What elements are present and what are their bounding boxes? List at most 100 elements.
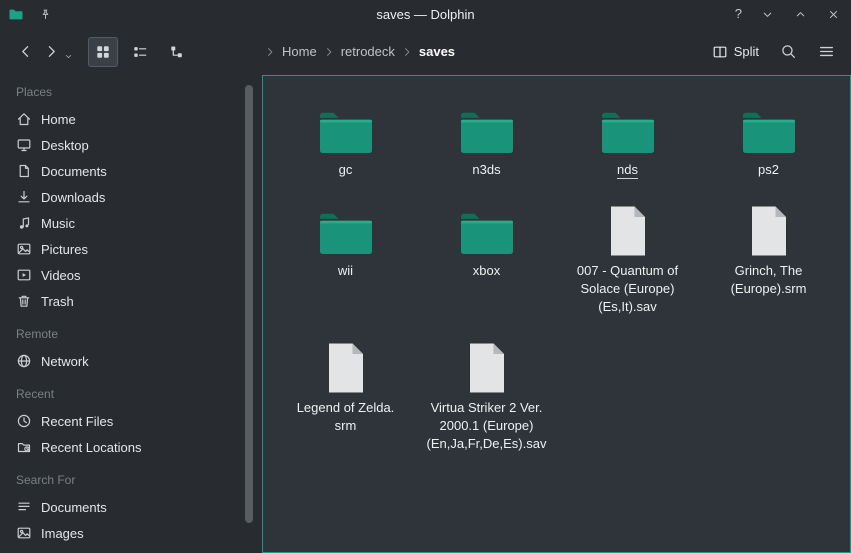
sidebar-item-videos[interactable]: Videos	[8, 262, 240, 288]
titlebar: saves — Dolphin ?	[0, 0, 851, 28]
sidebar-item-documents[interactable]: Documents	[8, 494, 240, 520]
file-grid: gc n3ds nds ps2 wii xbox 007 - Quantum ofSolac…	[263, 76, 850, 453]
sidebar-item-trash[interactable]: Trash	[8, 288, 240, 314]
folder-icon	[599, 90, 657, 156]
app-icon	[8, 6, 24, 22]
sidebar-item-home[interactable]: Home	[8, 106, 240, 132]
folder-nds[interactable]: nds	[557, 90, 698, 179]
sidebar-item-recent-files[interactable]: Recent Files	[8, 408, 240, 434]
forward-button[interactable]	[38, 39, 64, 65]
back-button[interactable]	[12, 39, 38, 65]
breadcrumb-separator-icon	[323, 46, 335, 58]
file-icon	[748, 191, 790, 257]
sidebar-item-music[interactable]: Music	[8, 210, 240, 236]
file-label: Grinch, The(Europe).srm	[731, 262, 807, 298]
tree-view-button[interactable]	[162, 37, 192, 67]
home-icon	[16, 111, 32, 127]
pin-icon[interactable]	[37, 6, 53, 22]
desktop-icon	[16, 137, 32, 153]
split-button[interactable]: Split	[708, 40, 763, 64]
nav-buttons	[12, 39, 74, 65]
sidebar-item-label: Music	[41, 216, 75, 231]
folder-n3ds[interactable]: n3ds	[416, 90, 557, 179]
sidebar-item-images[interactable]: Images	[8, 520, 240, 546]
sidebar-item-label: Home	[41, 112, 76, 127]
sidebar-item-audio[interactable]: Audio	[8, 546, 240, 553]
search-button[interactable]	[775, 39, 801, 65]
file-label: 007 - Quantum ofSolace (Europe)(Es,It).s…	[577, 262, 678, 316]
details-view-button[interactable]	[125, 37, 155, 67]
file-view[interactable]: gc n3ds nds ps2 wii xbox 007 - Quantum ofSolac…	[262, 75, 851, 553]
sidebar-item-label: Desktop	[41, 138, 89, 153]
music-icon	[16, 215, 32, 231]
breadcrumb-saves[interactable]: saves	[416, 44, 458, 59]
history-caret-icon[interactable]	[64, 39, 74, 65]
breadcrumb: Home retrodeck saves	[264, 44, 708, 59]
file-label: gc	[339, 161, 353, 179]
window-controls: ?	[735, 0, 841, 28]
content-area: Places Home Desktop Documents Downloads Music…	[0, 75, 851, 553]
scrollbar-thumb[interactable]	[245, 85, 253, 523]
file-label: n3ds	[472, 161, 500, 179]
file-icon	[466, 328, 508, 394]
pictures-icon	[16, 525, 32, 541]
sidebar-item-label: Pictures	[41, 242, 88, 257]
file-label: wii	[338, 262, 353, 280]
folder-ps2[interactable]: ps2	[698, 90, 839, 179]
sidebar-item-label: Documents	[41, 500, 107, 515]
trash-icon	[16, 293, 32, 309]
close-button[interactable]	[825, 6, 841, 22]
recent-locations-icon	[16, 439, 32, 455]
sidebar-item-desktop[interactable]: Desktop	[8, 132, 240, 158]
folder-icon	[458, 191, 516, 257]
icons-view-button[interactable]	[88, 37, 118, 67]
folder-xbox[interactable]: xbox	[416, 191, 557, 280]
file-virtua-striker-2-ver-2000-1-europe-en-ja-fr-de-es-sav[interactable]: Virtua Striker 2 Ver.2000.1 (Europe)(En,…	[416, 328, 557, 453]
maximize-button[interactable]	[792, 6, 808, 22]
sidebar-scrollbar[interactable]	[245, 83, 253, 553]
file-legend-of-zelda-srm[interactable]: Legend of Zelda.srm	[275, 328, 416, 435]
breadcrumb-retrodeck[interactable]: retrodeck	[338, 44, 398, 59]
document-icon	[16, 163, 32, 179]
folder-icon	[317, 90, 375, 156]
folder-wii[interactable]: wii	[275, 191, 416, 280]
pictures-icon	[16, 241, 32, 257]
breadcrumb-home[interactable]: Home	[279, 44, 320, 59]
sidebar-section-recent: Recent	[8, 374, 240, 408]
file-label: Virtua Striker 2 Ver.2000.1 (Europe)(En,…	[427, 399, 547, 453]
file-label: nds	[617, 161, 638, 179]
places-panel: Places Home Desktop Documents Downloads Music…	[0, 75, 240, 553]
window-title: saves — Dolphin	[0, 7, 851, 22]
sidebar-item-label: Videos	[41, 268, 81, 283]
sidebar-item-documents[interactable]: Documents	[8, 158, 240, 184]
split-label: Split	[734, 44, 759, 59]
file-grinch-the-europe-srm[interactable]: Grinch, The(Europe).srm	[698, 191, 839, 298]
sidebar-item-label: Recent Locations	[41, 440, 141, 455]
minimize-button[interactable]	[759, 6, 775, 22]
sidebar-item-downloads[interactable]: Downloads	[8, 184, 240, 210]
file-label: Legend of Zelda.srm	[297, 399, 395, 435]
sidebar-item-label: Network	[41, 354, 89, 369]
sidebar-item-network[interactable]: Network	[8, 348, 240, 374]
downloads-icon	[16, 189, 32, 205]
hamburger-menu-button[interactable]	[813, 39, 839, 65]
file-icon	[325, 328, 367, 394]
sidebar-item-label: Recent Files	[41, 414, 113, 429]
view-mode-buttons	[88, 37, 192, 67]
file-007-quantum-of-solace-europe-es-it-sav[interactable]: 007 - Quantum ofSolace (Europe)(Es,It).s…	[557, 191, 698, 316]
sidebar-item-label: Documents	[41, 164, 107, 179]
file-label: xbox	[473, 262, 500, 280]
breadcrumb-separator-icon	[401, 46, 413, 58]
main-toolbar: Home retrodeck saves Split	[0, 28, 851, 75]
folder-icon	[317, 191, 375, 257]
folder-icon	[740, 90, 798, 156]
sidebar-item-pictures[interactable]: Pictures	[8, 236, 240, 262]
titlebar-left	[8, 0, 53, 28]
breadcrumb-separator-icon	[264, 46, 276, 58]
folder-gc[interactable]: gc	[275, 90, 416, 179]
toolbar-right: Split	[708, 39, 839, 65]
file-icon	[607, 191, 649, 257]
sidebar-item-recent-locations[interactable]: Recent Locations	[8, 434, 240, 460]
help-button[interactable]: ?	[735, 6, 742, 22]
sidebar-section-places: Places	[8, 83, 240, 106]
